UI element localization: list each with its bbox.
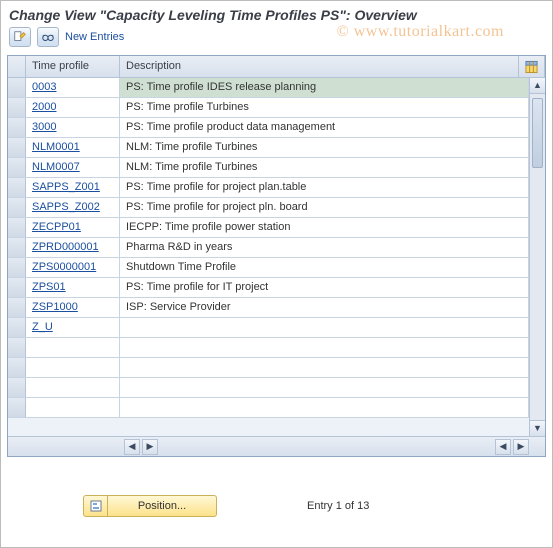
cell-time-profile[interactable]: .	[26, 398, 120, 417]
cell-description[interactable]: Shutdown Time Profile	[120, 258, 529, 277]
scroll-right-button[interactable]: ▶	[142, 439, 158, 455]
hscroll-desc[interactable]: ◀ ▶	[124, 437, 158, 456]
table-row: 2000PS: Time profile Turbines	[8, 98, 529, 118]
table-grid: Time profile Description 0003PS: Time pr…	[7, 55, 546, 457]
cell-description[interactable]	[120, 358, 529, 377]
cell-time-profile[interactable]: NLM0007	[26, 158, 120, 177]
scroll-left-end-button[interactable]: ◀	[495, 439, 511, 455]
table-row: NLM0007NLM: Time profile Turbines	[8, 158, 529, 178]
entry-counter: Entry 1 of 13	[307, 500, 369, 512]
scroll-thumb[interactable]	[532, 98, 543, 168]
table-settings-icon	[525, 60, 538, 74]
cell-time-profile[interactable]: ZPS01	[26, 278, 120, 297]
table-row: ZPS01PS: Time profile for IT project	[8, 278, 529, 298]
scroll-left-button[interactable]: ◀	[124, 439, 140, 455]
table-row: ZECPP01IECPP: Time profile power station	[8, 218, 529, 238]
position-icon	[83, 495, 107, 517]
cell-time-profile[interactable]: 2000	[26, 98, 120, 117]
cell-description[interactable]	[120, 378, 529, 397]
vertical-scrollbar[interactable]: ▲ ▼	[529, 78, 545, 436]
col-header-time-profile[interactable]: Time profile	[26, 56, 120, 77]
cell-description[interactable]: PS: Time profile for project plan.table	[120, 178, 529, 197]
row-selector[interactable]	[8, 118, 26, 137]
table-row: ZSP1000ISP: Service Provider	[8, 298, 529, 318]
cell-time-profile[interactable]: SAPPS_Z001	[26, 178, 120, 197]
row-selector[interactable]	[8, 298, 26, 317]
row-selector[interactable]	[8, 238, 26, 257]
row-selector[interactable]	[8, 258, 26, 277]
col-header-description[interactable]: Description	[120, 56, 519, 77]
cell-description[interactable]: NLM: Time profile Turbines	[120, 158, 529, 177]
hscroll-end[interactable]: ◀ ▶	[495, 437, 529, 456]
cell-time-profile[interactable]: ZPS0000001	[26, 258, 120, 277]
cell-description[interactable]: NLM: Time profile Turbines	[120, 138, 529, 157]
table-row: ZPRD000001Pharma R&D in years	[8, 238, 529, 258]
row-selector[interactable]	[8, 398, 26, 417]
row-selector[interactable]	[8, 178, 26, 197]
table-row-empty: .	[8, 338, 529, 358]
cell-time-profile[interactable]: 0003	[26, 78, 120, 97]
table-row: SAPPS_Z001PS: Time profile for project p…	[8, 178, 529, 198]
locate-icon	[89, 499, 103, 513]
cell-time-profile[interactable]: SAPPS_Z002	[26, 198, 120, 217]
cell-time-profile[interactable]: .	[26, 358, 120, 377]
table-row-empty: .	[8, 378, 529, 398]
cell-time-profile[interactable]: 3000	[26, 118, 120, 137]
table-body: 0003PS: Time profile IDES release planni…	[8, 78, 529, 436]
table-row-empty: .	[8, 398, 529, 418]
new-entries-link[interactable]: New Entries	[65, 31, 124, 43]
position-button[interactable]: Position...	[107, 495, 217, 517]
document-pencil-icon	[13, 30, 27, 44]
row-selector[interactable]	[8, 358, 26, 377]
configure-columns-button[interactable]	[519, 56, 545, 77]
cell-time-profile[interactable]: ZECPP01	[26, 218, 120, 237]
row-selector[interactable]	[8, 318, 26, 337]
table-row: Z_U	[8, 318, 529, 338]
status-bar: Position... Entry 1 of 13	[7, 495, 546, 517]
cell-description[interactable]: Pharma R&D in years	[120, 238, 529, 257]
table-row: 3000PS: Time profile product data manage…	[8, 118, 529, 138]
display-button[interactable]	[37, 27, 59, 47]
cell-description[interactable]: PS: Time profile product data management	[120, 118, 529, 137]
scroll-up-button[interactable]: ▲	[530, 78, 545, 94]
cell-description[interactable]: ISP: Service Provider	[120, 298, 529, 317]
cell-time-profile[interactable]: .	[26, 338, 120, 357]
table-header: Time profile Description	[8, 56, 545, 78]
glasses-icon	[41, 30, 55, 44]
cell-time-profile[interactable]: ZSP1000	[26, 298, 120, 317]
table-row: 0003PS: Time profile IDES release planni…	[8, 78, 529, 98]
cell-time-profile[interactable]: NLM0001	[26, 138, 120, 157]
row-selector[interactable]	[8, 98, 26, 117]
table-row: ZPS0000001Shutdown Time Profile	[8, 258, 529, 278]
row-selector[interactable]	[8, 138, 26, 157]
cell-description[interactable]: IECPP: Time profile power station	[120, 218, 529, 237]
table-row: NLM0001NLM: Time profile Turbines	[8, 138, 529, 158]
row-selector[interactable]	[8, 198, 26, 217]
cell-description[interactable]	[120, 318, 529, 337]
cell-description[interactable]: PS: Time profile Turbines	[120, 98, 529, 117]
page-title: Change View "Capacity Leveling Time Prof…	[7, 5, 546, 27]
row-selector[interactable]	[8, 218, 26, 237]
other-view-button[interactable]	[9, 27, 31, 47]
cell-description[interactable]: PS: Time profile IDES release planning	[120, 78, 529, 97]
table-row: SAPPS_Z002PS: Time profile for project p…	[8, 198, 529, 218]
cell-description[interactable]	[120, 398, 529, 417]
row-selector[interactable]	[8, 78, 26, 97]
toolbar: New Entries	[7, 27, 546, 51]
cell-time-profile[interactable]: Z_U	[26, 318, 120, 337]
row-selector[interactable]	[8, 278, 26, 297]
scroll-right-end-button[interactable]: ▶	[513, 439, 529, 455]
cell-description[interactable]: PS: Time profile for project pln. board	[120, 198, 529, 217]
row-selector[interactable]	[8, 378, 26, 397]
row-selector[interactable]	[8, 338, 26, 357]
cell-time-profile[interactable]: ZPRD000001	[26, 238, 120, 257]
row-selector[interactable]	[8, 158, 26, 177]
cell-description[interactable]: PS: Time profile for IT project	[120, 278, 529, 297]
table-row-empty: .	[8, 358, 529, 378]
select-all-header[interactable]	[8, 56, 26, 77]
cell-time-profile[interactable]: .	[26, 378, 120, 397]
table-footer: ◀ ▶ ◀ ▶	[8, 436, 545, 456]
scroll-down-button[interactable]: ▼	[530, 420, 545, 436]
cell-description[interactable]	[120, 338, 529, 357]
